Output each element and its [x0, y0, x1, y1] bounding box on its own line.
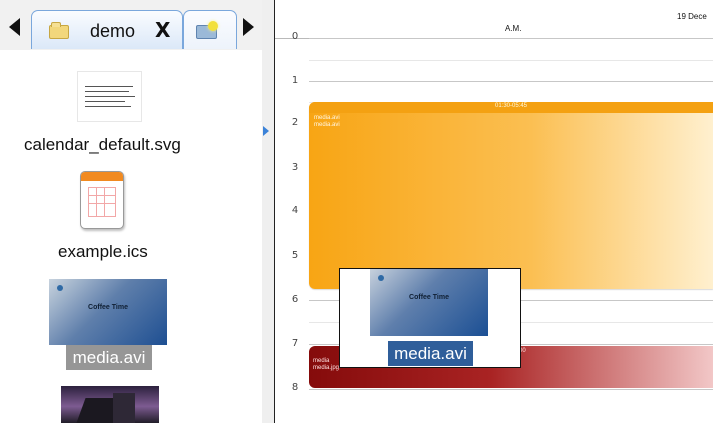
video-thumbnail-title: Coffee Time: [88, 304, 128, 311]
panel-splitter[interactable]: [262, 0, 275, 423]
tab-demo-label: demo: [90, 21, 136, 41]
dragged-video-title: Coffee Time: [409, 294, 449, 301]
document-line: [85, 91, 129, 92]
house-image-thumbnail[interactable]: [61, 386, 159, 423]
dragged-file-label: media.avi: [388, 341, 473, 366]
hour-label: 0: [291, 31, 299, 42]
hour-label: 6: [291, 294, 299, 305]
file-tab-bar: demo X: [0, 0, 262, 50]
file-label-media-avi[interactable]: media.avi: [66, 345, 152, 370]
tab-demo[interactable]: demo X: [31, 10, 183, 49]
file-label-calendar-default-svg[interactable]: calendar_default.svg: [24, 135, 181, 155]
hour-grid-line: [309, 38, 713, 39]
event-file-label: media.jpg: [313, 365, 340, 371]
document-line: [85, 96, 135, 97]
date-label: 19 Dece: [677, 12, 707, 21]
file-browser-panel: demo X calendar_default.svg example.ics …: [0, 0, 263, 423]
splitter-arrow-icon[interactable]: [263, 126, 269, 136]
document-line: [85, 86, 133, 87]
media-avi-video-thumbnail[interactable]: Coffee Time: [49, 279, 167, 345]
am-label: A.M.: [505, 24, 522, 33]
event-file-list: media media.jpg: [313, 358, 339, 372]
hour-grid-line: [309, 81, 713, 82]
hour-label: 2: [291, 117, 299, 128]
document-line: [85, 106, 131, 107]
hour-label: 5: [291, 250, 299, 261]
hour-label: 3: [291, 162, 299, 173]
calendar-header: A.M. 19 Dece: [275, 0, 713, 39]
calendar-event-orange[interactable]: 01:30-05:45 media.avi media.avi: [309, 102, 713, 289]
scroll-tabs-left-icon[interactable]: [9, 18, 20, 36]
hour-grid-line: [309, 389, 713, 390]
file-label-example-ics[interactable]: example.ics: [58, 242, 148, 262]
video-logo-icon: [378, 275, 384, 281]
event-file-label: media: [313, 358, 330, 364]
hour-label: 8: [291, 382, 299, 393]
event-file-label: media.avi: [314, 122, 340, 128]
new-folder-tab[interactable]: [183, 10, 237, 49]
new-folder-icon: [196, 21, 218, 39]
close-tab-icon[interactable]: X: [155, 18, 170, 42]
calendar-file-icon[interactable]: [80, 171, 124, 229]
media-drag-proxy[interactable]: Coffee Time media.avi: [339, 268, 521, 368]
dragged-video-thumbnail: Coffee Time: [370, 269, 488, 336]
folder-icon: [49, 22, 69, 39]
calendar-svg-thumbnail[interactable]: [77, 71, 142, 122]
event-file-label: media.avi: [314, 115, 340, 121]
hour-label: 4: [291, 205, 299, 216]
video-logo-icon: [57, 285, 63, 291]
event-time: 01:30-05:45: [494, 103, 528, 109]
document-line: [85, 101, 125, 102]
hour-label: 1: [291, 75, 299, 86]
scroll-tabs-right-icon[interactable]: [243, 18, 254, 36]
hour-label: 7: [291, 338, 299, 349]
half-hour-grid-line: [309, 60, 713, 61]
